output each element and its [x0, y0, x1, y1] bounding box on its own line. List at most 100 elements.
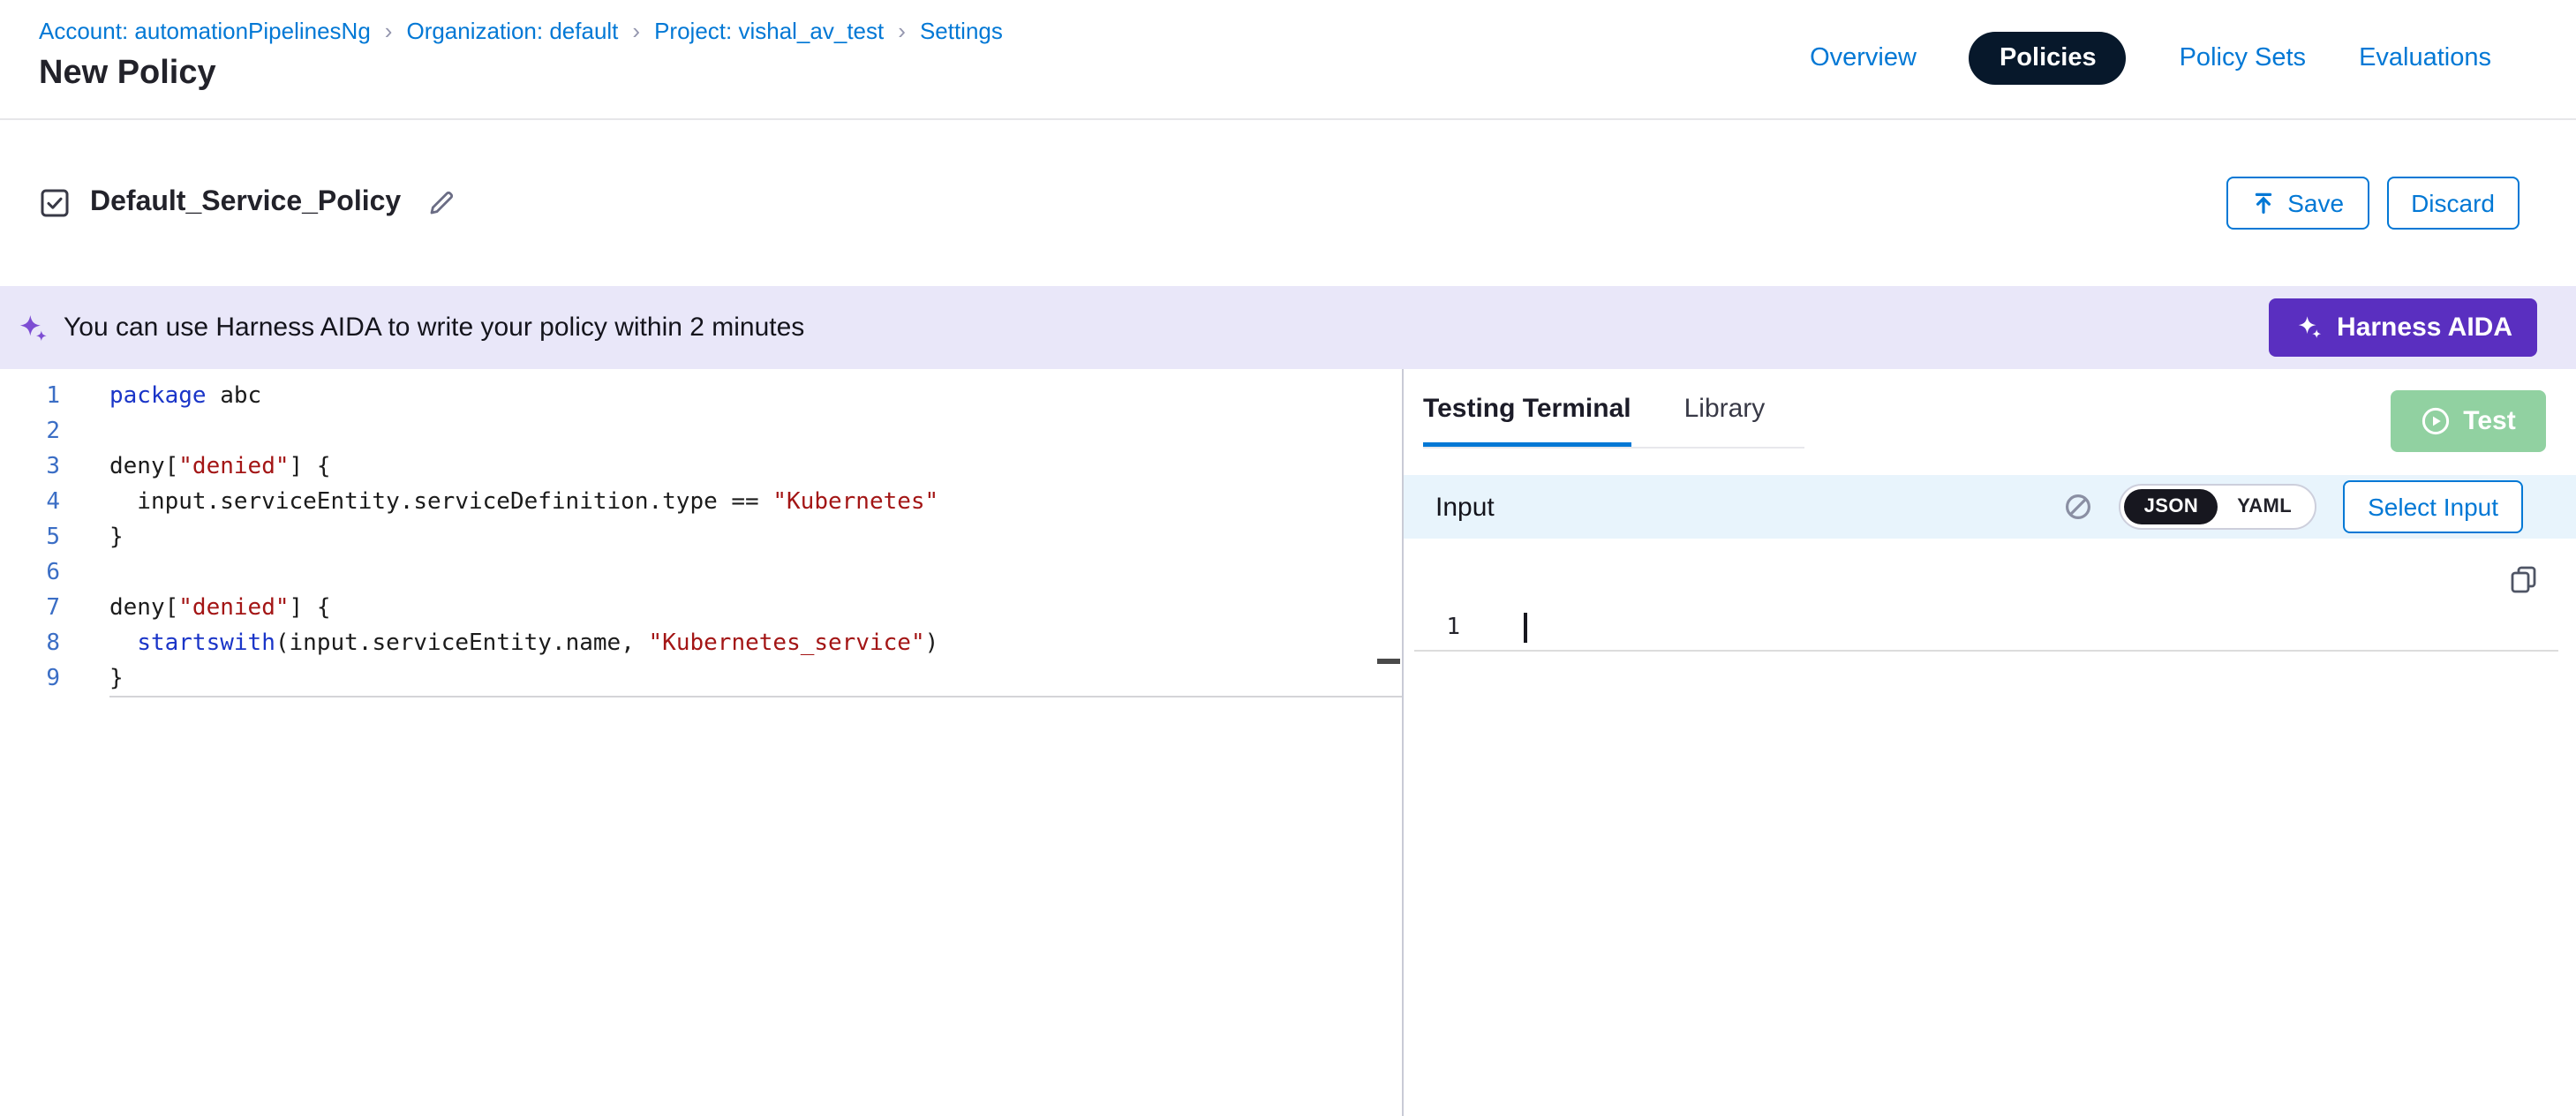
- clear-input-icon[interactable]: [2065, 493, 2093, 521]
- code-line: 4 input.serviceEntity.serviceDefinition.…: [0, 486, 1402, 521]
- edit-pencil-icon[interactable]: [427, 189, 456, 217]
- code-token: }: [109, 666, 124, 692]
- code-text: }: [109, 662, 1402, 698]
- line-number: 1: [0, 380, 60, 415]
- aida-banner-message: You can use Harness AIDA to write your p…: [64, 313, 804, 343]
- code-token: deny[: [109, 454, 178, 480]
- breadcrumb-separator: ›: [898, 19, 906, 42]
- save-button[interactable]: Save: [2226, 177, 2369, 230]
- line-number: 9: [0, 662, 60, 698]
- tab-testing-terminal[interactable]: Testing Terminal: [1423, 369, 1631, 447]
- code-token: [109, 630, 137, 657]
- code-line: 2: [0, 415, 1402, 450]
- code-token: ): [925, 630, 939, 657]
- line-number: 4: [0, 486, 60, 521]
- policy-check-icon: [39, 187, 71, 219]
- code-token: "denied": [178, 454, 289, 480]
- breadcrumb-separator: ›: [632, 19, 640, 42]
- input-section-header: Input JSONYAML Select Input: [1404, 475, 2576, 539]
- header-tabs: Overview Policies Policy Sets Evaluations: [1810, 28, 2491, 88]
- overview-ruler-mark: [1377, 659, 1400, 664]
- copy-icon[interactable]: [2509, 563, 2539, 593]
- tab-library[interactable]: Library: [1684, 369, 1766, 447]
- code-text: startswith(input.serviceEntity.name, "Ku…: [109, 627, 1402, 662]
- page-header: Account: automationPipelinesNg › Organizat…: [0, 0, 2576, 120]
- code-token: "Kubernetes": [772, 489, 938, 516]
- policy-title-group: Default_Service_Policy: [39, 187, 456, 219]
- terminal-tabs-row: Testing Terminal Library Test: [1404, 369, 2576, 475]
- save-label: Save: [2287, 189, 2344, 217]
- breadcrumb: Account: automationPipelinesNg › Organizat…: [39, 18, 1003, 44]
- discard-button[interactable]: Discard: [2386, 177, 2520, 230]
- code-token: package: [109, 383, 207, 410]
- code-line: 1 package abc: [0, 380, 1402, 415]
- code-token: ] {: [290, 454, 331, 480]
- line-number: 7: [0, 592, 60, 627]
- code-line: 8 startswith(input.serviceEntity.name, "…: [0, 627, 1402, 662]
- toolbar-actions: Save Discard: [2226, 177, 2520, 230]
- test-button-label: Test: [2463, 406, 2515, 436]
- code-text: package abc: [109, 380, 1402, 415]
- tab-policies[interactable]: Policies: [1970, 32, 2127, 85]
- code-token: }: [109, 524, 124, 551]
- test-button[interactable]: Test: [2391, 390, 2546, 452]
- code-line: 6: [0, 556, 1402, 592]
- harness-aida-button[interactable]: Harness AIDA: [2268, 298, 2537, 357]
- code-token: "denied": [178, 595, 289, 622]
- code-token: startswith: [137, 630, 275, 657]
- policy-code-editor[interactable]: 1package abc23deny["denied"] {4 input.se…: [0, 369, 1402, 1116]
- select-input-button[interactable]: Select Input: [2343, 480, 2523, 533]
- code-token: input.serviceEntity.serviceDefinition.ty…: [109, 489, 772, 516]
- aida-button-sparkle-icon: [2293, 313, 2323, 343]
- code-lines: 1package abc23deny["denied"] {4 input.se…: [0, 380, 1402, 698]
- line-number: 5: [0, 521, 60, 556]
- header-left: Account: automationPipelinesNg › Organizat…: [39, 0, 1003, 118]
- code-token: ] {: [290, 595, 331, 622]
- input-line-number: 1: [1414, 615, 1460, 641]
- code-text: input.serviceEntity.serviceDefinition.ty…: [109, 486, 1402, 521]
- breadcrumb-separator: ›: [385, 19, 393, 42]
- page-title: New Policy: [39, 55, 1003, 94]
- tab-overview[interactable]: Overview: [1810, 44, 1917, 72]
- code-text: deny["denied"] {: [109, 592, 1402, 627]
- main-content: 1package abc23deny["denied"] {4 input.se…: [0, 369, 2576, 1116]
- format-toggle[interactable]: JSONYAML: [2120, 484, 2316, 530]
- code-text: [109, 415, 1402, 450]
- save-upload-icon: [2250, 191, 2275, 215]
- code-token: (input.serviceEntity.name,: [275, 630, 649, 657]
- testing-terminal-panel: Testing Terminal Library Test Input JSONY…: [1404, 369, 2576, 1116]
- play-icon: [2421, 406, 2451, 436]
- format-option-json[interactable]: JSON: [2125, 489, 2218, 524]
- page: Account: automationPipelinesNg › Organizat…: [0, 0, 2576, 1116]
- tab-evaluations[interactable]: Evaluations: [2359, 44, 2491, 72]
- code-token: abc: [207, 383, 262, 410]
- code-line: 9}: [0, 662, 1402, 698]
- input-editor-line: 1: [1414, 606, 2558, 652]
- aida-button-label: Harness AIDA: [2337, 313, 2512, 343]
- code-token: deny[: [109, 595, 178, 622]
- code-line: 3 deny["denied"] {: [0, 450, 1402, 486]
- breadcrumb-item-settings[interactable]: Settings: [920, 18, 1003, 44]
- input-editor[interactable]: 1: [1404, 539, 2576, 652]
- line-number: 2: [0, 415, 60, 450]
- breadcrumb-item-account[interactable]: Account: automationPipelinesNg: [39, 18, 371, 44]
- policy-toolbar: Default_Service_Policy Save Discard: [0, 120, 2576, 286]
- breadcrumb-item-organization[interactable]: Organization: default: [406, 18, 618, 44]
- input-actions: JSONYAML Select Input: [2065, 480, 2523, 533]
- tab-policy-sets[interactable]: Policy Sets: [2180, 44, 2306, 72]
- input-section-title: Input: [1435, 492, 1495, 522]
- code-text: }: [109, 521, 1402, 556]
- code-token: "Kubernetes_service": [649, 630, 925, 657]
- code-line: 5}: [0, 521, 1402, 556]
- discard-label: Discard: [2411, 189, 2495, 217]
- terminal-tabs: Testing Terminal Library: [1423, 369, 1804, 449]
- breadcrumb-item-project[interactable]: Project: vishal_av_test: [654, 18, 884, 44]
- format-option-yaml[interactable]: YAML: [2218, 489, 2311, 524]
- policy-name: Default_Service_Policy: [90, 187, 401, 219]
- aida-sparkle-icon: [14, 310, 49, 345]
- text-cursor: [1524, 613, 1526, 643]
- line-number: 3: [0, 450, 60, 486]
- aida-banner: You can use Harness AIDA to write your p…: [0, 286, 2576, 369]
- select-input-label: Select Input: [2368, 493, 2498, 521]
- code-text: deny["denied"] {: [109, 450, 1402, 486]
